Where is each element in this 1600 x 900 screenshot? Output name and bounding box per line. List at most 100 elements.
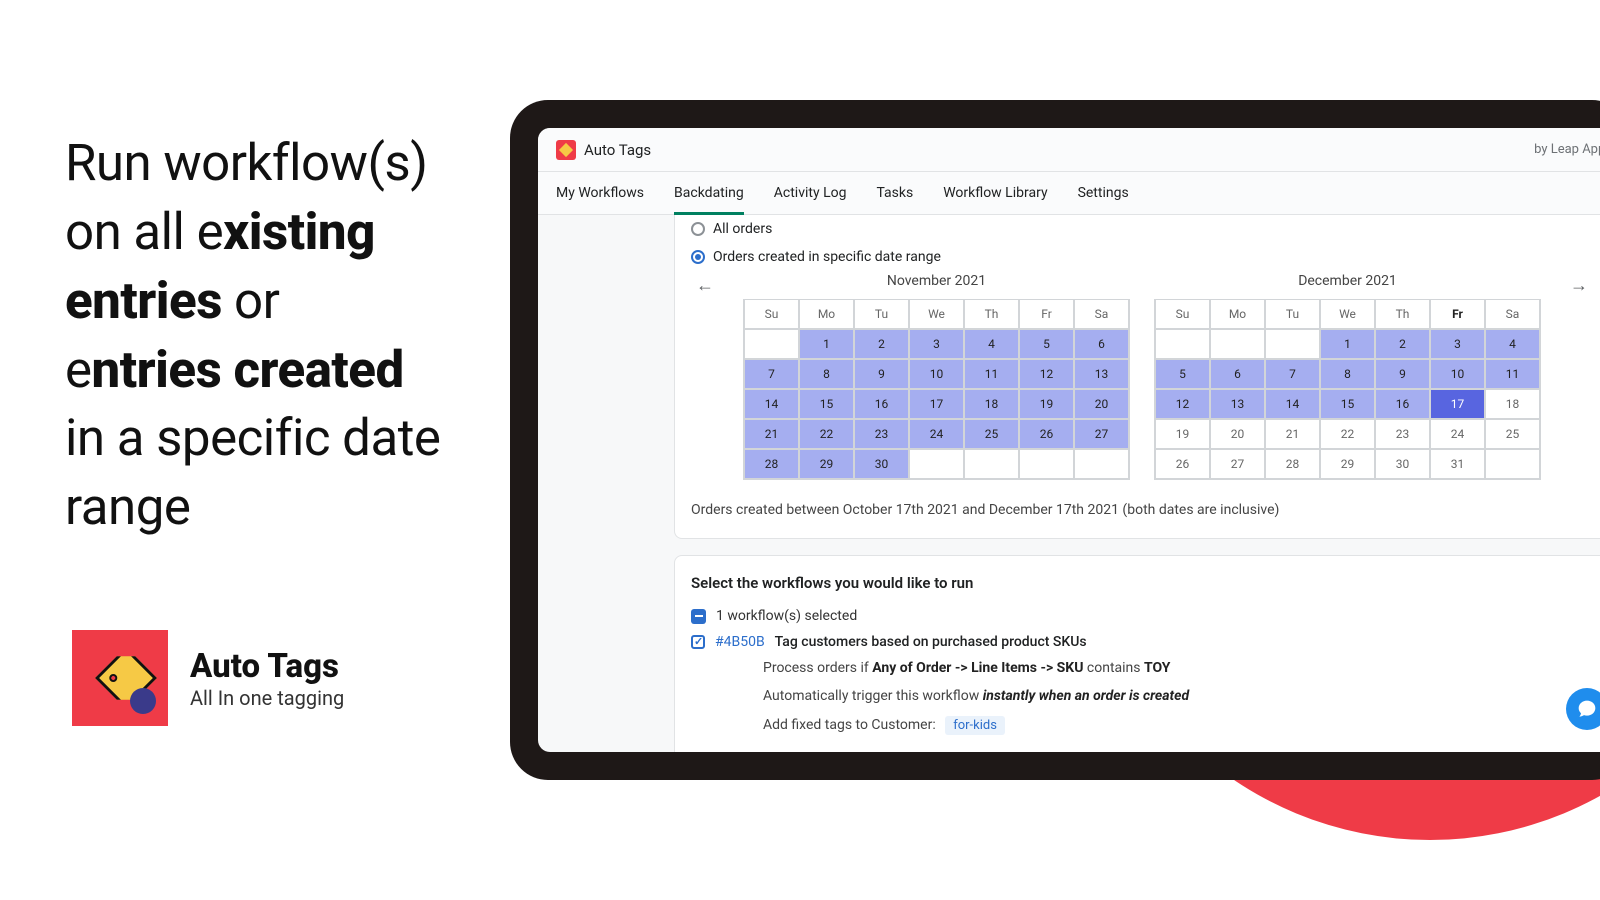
calendar-day[interactable]: 1 [799,329,854,359]
calendar-day[interactable]: 21 [1265,419,1320,449]
calendar-day[interactable]: 25 [1485,419,1540,449]
tab-settings[interactable]: Settings [1078,172,1129,214]
calendar-day[interactable]: 14 [1265,389,1320,419]
calendar-day[interactable]: 16 [854,389,909,419]
calendar-day[interactable]: 7 [1265,359,1320,389]
calendar-day[interactable]: 22 [1320,419,1375,449]
calendar-day [1485,449,1540,479]
calendar-day[interactable]: 17 [909,389,964,419]
calendar-day[interactable]: 11 [964,359,1019,389]
workflow-item[interactable]: #4B50B Tag customers based on purchased … [691,634,1593,650]
calendar-day [744,329,799,359]
workflow-name: Tag customers based on purchased product… [775,634,1087,650]
help-button[interactable] [1566,688,1600,730]
calendar-day[interactable]: 10 [909,359,964,389]
calendar-day[interactable]: 19 [1155,419,1210,449]
radio-date-range[interactable]: Orders created in specific date range [691,243,1593,271]
calendar-day[interactable]: 15 [1320,389,1375,419]
calendar-day[interactable]: 28 [744,449,799,479]
prev-month-button[interactable]: ← [691,273,719,296]
tab-my-workflows[interactable]: My Workflows [556,172,644,214]
tab-workflow-library[interactable]: Workflow Library [943,172,1047,214]
calendar-left-title: November 2021 [743,273,1130,289]
brand-icon [72,630,168,726]
app-title: Auto Tags [584,141,651,159]
calendar-day[interactable]: 2 [1375,329,1430,359]
chat-icon [1577,699,1597,719]
calendar-day[interactable]: 13 [1074,359,1129,389]
calendar-right: December 2021 SuMoTuWeThFrSa123456789101… [1154,273,1541,480]
workflow-tags: Add fixed tags to Customer: for-kids [763,716,1593,735]
calendar-day[interactable]: 8 [799,359,854,389]
calendar-day[interactable]: 12 [1019,359,1074,389]
calendar-day[interactable]: 26 [1019,419,1074,449]
calendar-day [1019,449,1074,479]
calendar-day[interactable]: 3 [909,329,964,359]
app-screen: Auto Tags by Leap Apps My Workflows Backd… [538,128,1600,752]
calendar-day[interactable]: 1 [1320,329,1375,359]
app-header: Auto Tags by Leap Apps [538,128,1600,172]
dow-header: Mo [799,300,854,329]
brand-name: Auto Tags [190,647,344,686]
tab-tasks[interactable]: Tasks [876,172,913,214]
next-month-button[interactable]: → [1565,273,1593,296]
dow-header: Tu [854,300,909,329]
calendar-day[interactable]: 10 [1430,359,1485,389]
calendar-day[interactable]: 26 [1155,449,1210,479]
calendar-day[interactable]: 27 [1074,419,1129,449]
calendar-day[interactable]: 15 [799,389,854,419]
calendar-day[interactable]: 18 [1485,389,1540,419]
calendar-day[interactable]: 11 [1485,359,1540,389]
calendar-day [1265,329,1320,359]
calendar-day[interactable]: 14 [744,389,799,419]
tab-backdating[interactable]: Backdating [674,172,744,214]
calendar-day[interactable]: 17 [1430,389,1485,419]
calendar-day[interactable]: 9 [854,359,909,389]
calendar-day[interactable]: 21 [744,419,799,449]
calendar-day[interactable]: 28 [1265,449,1320,479]
date-range-panel: All orders Orders created in specific da… [674,215,1600,539]
dow-header: Th [1375,300,1430,329]
workflows-panel: Select the workflows you would like to r… [674,555,1600,752]
calendar-day[interactable]: 8 [1320,359,1375,389]
calendar-day[interactable]: 2 [854,329,909,359]
calendar-day[interactable]: 20 [1210,419,1265,449]
checkbox-checked-icon [691,635,705,649]
calendar-day[interactable]: 12 [1155,389,1210,419]
calendar-day[interactable]: 29 [1320,449,1375,479]
calendar-day[interactable]: 3 [1430,329,1485,359]
calendar-day[interactable]: 5 [1019,329,1074,359]
calendar-day[interactable]: 30 [854,449,909,479]
calendar-day[interactable]: 29 [799,449,854,479]
calendar-day[interactable]: 5 [1155,359,1210,389]
dow-header: Fr [1019,300,1074,329]
checkbox-partial-icon [691,609,706,624]
workflow-trigger: Automatically trigger this workflow inst… [763,688,1593,704]
radio-all-orders[interactable]: All orders [691,215,1593,243]
device-frame: Auto Tags by Leap Apps My Workflows Backd… [510,100,1600,780]
calendar-day[interactable]: 4 [1485,329,1540,359]
calendar-day[interactable]: 6 [1074,329,1129,359]
brand-block: Auto Tags All In one tagging [72,630,344,726]
calendar-day[interactable]: 18 [964,389,1019,419]
calendar-day[interactable]: 23 [1375,419,1430,449]
calendar-day [909,449,964,479]
calendar-day[interactable]: 19 [1019,389,1074,419]
calendar-day[interactable]: 13 [1210,389,1265,419]
calendar-day[interactable]: 27 [1210,449,1265,479]
calendar-day[interactable]: 7 [744,359,799,389]
calendar-day[interactable]: 25 [964,419,1019,449]
calendar-day[interactable]: 6 [1210,359,1265,389]
selected-count-row[interactable]: 1 workflow(s) selected [691,608,1593,624]
calendar-day[interactable]: 24 [1430,419,1485,449]
calendar-day[interactable]: 24 [909,419,964,449]
calendar-day[interactable]: 20 [1074,389,1129,419]
calendar-day[interactable]: 30 [1375,449,1430,479]
calendar-day[interactable]: 23 [854,419,909,449]
tab-activity-log[interactable]: Activity Log [774,172,847,214]
calendar-day[interactable]: 22 [799,419,854,449]
calendar-day[interactable]: 16 [1375,389,1430,419]
calendar-day[interactable]: 31 [1430,449,1485,479]
calendar-day[interactable]: 9 [1375,359,1430,389]
calendar-day[interactable]: 4 [964,329,1019,359]
